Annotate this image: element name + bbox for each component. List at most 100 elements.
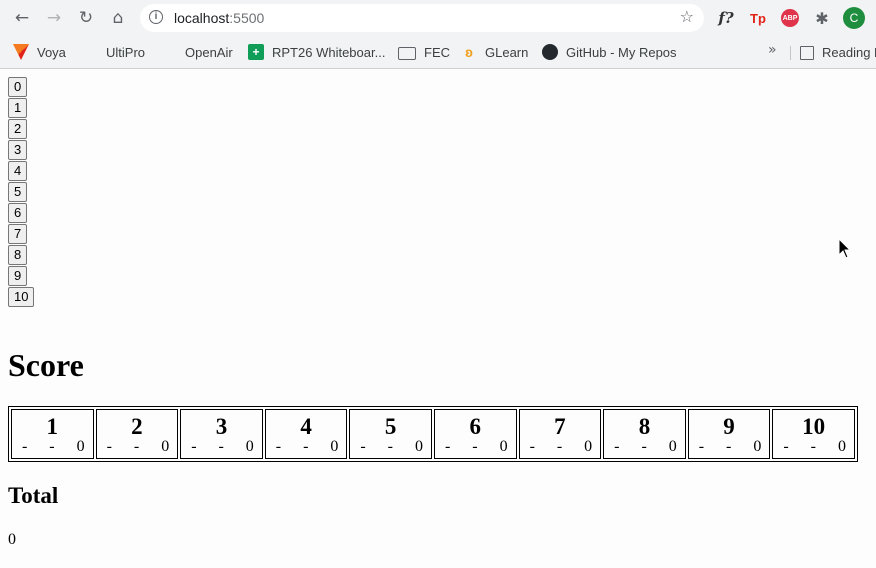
back-icon[interactable]: ← — [10, 6, 34, 30]
frame-number: 4 — [300, 414, 312, 439]
pin-button-list: 0 1 2 3 4 5 6 7 8 9 10 — [8, 77, 35, 308]
roll-2: - — [133, 438, 140, 455]
frame-score: 0 — [330, 438, 339, 455]
roll-1: - — [360, 438, 366, 455]
frame-rolls: - - 0 — [689, 438, 770, 456]
roll-2: - — [218, 438, 224, 455]
reload-icon[interactable]: ↻ — [74, 6, 98, 30]
address-bar[interactable]: i localhost:5500 ☆ — [140, 4, 704, 32]
total-value: 0 — [8, 531, 16, 548]
roll-1: - — [614, 438, 620, 455]
pin-button-10[interactable]: 10 — [8, 287, 35, 307]
pin-button-4[interactable]: 4 — [8, 161, 28, 181]
roll-2: - — [556, 438, 563, 455]
roll-1: - — [22, 438, 28, 455]
scoreboard: 1--0 2--0 3--0 4--0 5--0 6--0 7--0 8--0 … — [8, 406, 858, 462]
roll-2: - — [49, 438, 55, 455]
frame-rolls: - - 0 — [181, 438, 262, 456]
frame-number: 3 — [215, 414, 228, 439]
pin-button-7[interactable]: 7 — [8, 224, 28, 244]
score-heading: Score — [8, 347, 84, 383]
roll-1: - — [529, 438, 535, 455]
bookmarks-bar: Voya UltiPro OpenAir + RPT26 Whiteboar...… — [0, 37, 876, 69]
frame-cell: 6--0 — [433, 409, 517, 459]
page-content: 0 1 2 3 4 5 6 7 8 9 10 Score 1--0 2--0 3… — [0, 69, 876, 568]
bookmark-fec[interactable]: FEC — [398, 42, 450, 62]
pin-button-2[interactable]: 2 — [8, 119, 28, 139]
pin-button-1[interactable]: 1 — [8, 98, 28, 118]
pin-button-8[interactable]: 8 — [8, 245, 28, 265]
frame-number: 10 — [802, 414, 826, 439]
bookmark-openair[interactable]: OpenAir — [161, 42, 233, 62]
roll-2: - — [472, 438, 478, 455]
frame-cell: 1--0 — [11, 409, 94, 459]
roll-1: - — [106, 438, 112, 455]
site-info-icon[interactable]: i — [149, 10, 163, 24]
pin-button-0[interactable]: 0 — [8, 77, 28, 97]
frame-rolls: - - 0 — [520, 438, 601, 456]
bookmark-github[interactable]: GitHub - My Repos — [542, 42, 677, 62]
frame-cell: 10- - 0 — [772, 409, 855, 459]
frame-score: 0 — [245, 438, 254, 455]
extensions-puzzle-icon[interactable]: ✱ — [811, 7, 833, 29]
frame-cell: 8--0 — [603, 409, 686, 459]
roll-2: - — [387, 438, 393, 455]
adblock-plus-extension-icon[interactable]: ABP — [779, 7, 801, 29]
pin-button-3[interactable]: 3 — [8, 140, 28, 160]
pin-button-9[interactable]: 9 — [8, 266, 28, 286]
frame-cell: 7--0 — [518, 409, 602, 459]
frame-score: 0 — [584, 438, 593, 455]
bookmark-star-icon[interactable]: ☆ — [680, 7, 694, 26]
voya-icon — [13, 44, 29, 60]
frame-number: 2 — [131, 414, 143, 439]
browser-toolbar: ← → ↻ ⌂ i localhost:5500 ☆ f? Tp ABP ✱ C — [0, 0, 876, 37]
frame-cell: 9--0 — [687, 409, 771, 459]
bookmark-rpt26-whiteboard[interactable]: + RPT26 Whiteboar... — [248, 42, 385, 62]
frame-number: 5 — [384, 414, 397, 439]
font-finder-extension-icon[interactable]: f? — [715, 7, 737, 29]
roll-2: - — [641, 438, 647, 455]
total-heading: Total — [8, 483, 59, 508]
frame-score: 0 — [753, 438, 762, 455]
bookmarks-overflow-icon[interactable]: » — [768, 42, 777, 58]
bookmark-ultipro[interactable]: UltiPro — [82, 42, 145, 62]
frame-number: 8 — [638, 414, 651, 439]
forward-icon[interactable]: → — [42, 6, 66, 30]
frame-number: 7 — [554, 414, 566, 439]
plus-sheet-icon: + — [248, 44, 264, 60]
frame-rolls: - - 0 — [435, 438, 516, 456]
profile-avatar[interactable]: C — [843, 7, 865, 29]
reading-list-icon — [800, 45, 814, 60]
frame-cell: 3--0 — [180, 409, 263, 459]
frame-rolls: - - 0 — [350, 438, 431, 456]
pin-button-5[interactable]: 5 — [8, 182, 28, 202]
roll-1: - — [698, 438, 705, 455]
frame-score: 0 — [161, 438, 170, 455]
home-icon[interactable]: ⌂ — [106, 6, 130, 30]
folder-icon — [398, 46, 416, 60]
frame-score: 0 — [499, 438, 508, 455]
bookmark-glearn[interactable]: ʚ GLearn — [461, 42, 528, 62]
frame-number: 1 — [46, 414, 59, 439]
bookmark-voya[interactable]: Voya — [13, 42, 66, 62]
roll-1: - — [275, 438, 282, 455]
pin-button-6[interactable]: 6 — [8, 203, 28, 223]
frame-score: 0 — [668, 438, 677, 455]
frame-rolls: - - 0 — [773, 438, 854, 456]
frame-rolls: - - 0 — [12, 438, 93, 456]
frame-rolls: - - 0 — [97, 438, 178, 456]
roll-2: - — [810, 438, 816, 455]
github-icon — [542, 44, 558, 60]
frame-score: 0 — [837, 438, 846, 455]
frame-number: 6 — [469, 414, 482, 439]
tp-extension-icon[interactable]: Tp — [747, 7, 769, 29]
glearn-icon: ʚ — [465, 44, 473, 60]
reading-list[interactable]: Reading L — [800, 42, 876, 62]
url-text[interactable]: localhost:5500 — [174, 10, 264, 26]
frame-score: 0 — [414, 438, 423, 455]
frame-cell: 4--0 — [264, 409, 348, 459]
microsoft-icon — [82, 44, 98, 60]
frame-cell: 5--0 — [349, 409, 432, 459]
frame-rolls: - - 0 — [604, 438, 685, 456]
roll-2: - — [303, 438, 309, 455]
